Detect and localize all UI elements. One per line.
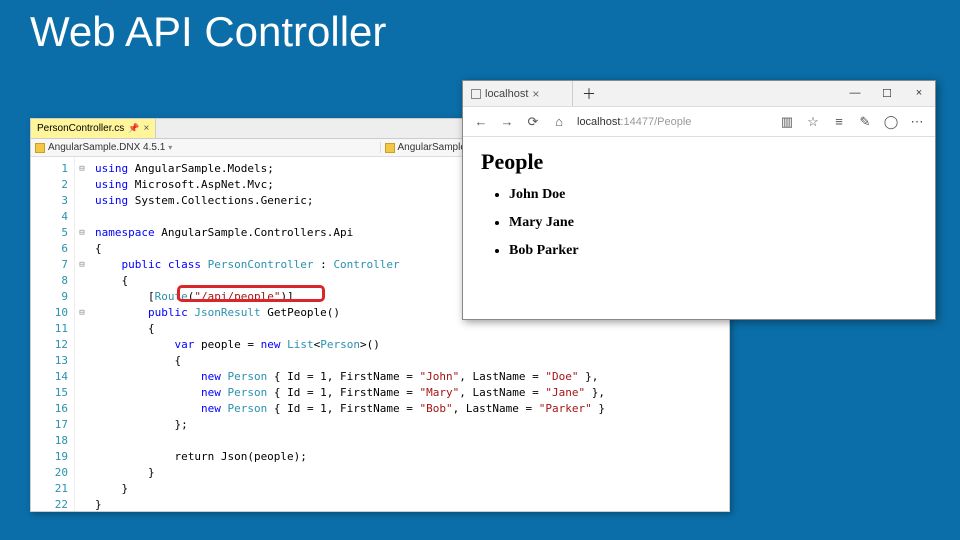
share-icon[interactable]: ◯ [883, 114, 899, 130]
page-heading: People [481, 149, 917, 175]
browser-tab[interactable]: localhost × [463, 81, 573, 106]
address-bar[interactable]: localhost:14477/People [577, 116, 769, 128]
people-list: John Doe Mary Jane Bob Parker [481, 187, 917, 259]
back-icon[interactable]: ← [473, 114, 489, 129]
window-controls: — ☐ × [839, 87, 935, 100]
new-tab-button[interactable]: ＋ [573, 84, 605, 104]
fold-column: ⊟ ⊟ ⊟ ⊟ [75, 157, 89, 511]
reading-view-icon[interactable]: ▥ [779, 114, 795, 130]
close-tab-icon[interactable]: × [532, 87, 539, 101]
minimize-button[interactable]: — [839, 87, 871, 100]
edge-toolbar: ← → ⟳ ⌂ localhost:14477/People ▥ ☆ ≡ ✎ ◯… [463, 107, 935, 137]
fold-icon[interactable]: ⊟ [75, 161, 89, 177]
route-highlight [177, 285, 325, 302]
browser-tab-title: localhost [485, 88, 528, 100]
edge-title-bar: localhost × ＋ — ☐ × [463, 81, 935, 107]
forward-icon[interactable]: → [499, 114, 515, 129]
favicon-icon [471, 89, 481, 99]
close-window-button[interactable]: × [903, 87, 935, 100]
list-item: John Doe [509, 187, 917, 203]
favorite-icon[interactable]: ☆ [805, 114, 821, 130]
pin-icon[interactable]: 📌 [128, 123, 139, 134]
fold-icon[interactable]: ⊟ [75, 225, 89, 241]
hub-icon[interactable]: ≡ [831, 114, 847, 129]
slide-title: Web API Controller [30, 8, 386, 56]
more-icon[interactable]: ⋯ [909, 114, 925, 130]
list-item: Mary Jane [509, 215, 917, 231]
fold-icon[interactable]: ⊟ [75, 257, 89, 273]
browser-content: People John Doe Mary Jane Bob Parker [463, 137, 935, 283]
web-note-icon[interactable]: ✎ [857, 114, 873, 130]
url-host: localhost [577, 116, 620, 128]
vs-crumb-project[interactable]: AngularSample.DNX 4.5.1 ▾ [31, 142, 380, 153]
home-icon[interactable]: ⌂ [551, 114, 567, 129]
edge-browser-window: localhost × ＋ — ☐ × ← → ⟳ ⌂ localhost:14… [462, 80, 936, 320]
csharp-project-icon [35, 143, 45, 153]
namespace-icon [385, 143, 395, 153]
url-path: :14477/People [620, 116, 691, 128]
list-item: Bob Parker [509, 243, 917, 259]
vs-tab-filename: PersonController.cs [37, 123, 124, 134]
line-number-gutter: 12345678910111213141516171819202122 [31, 157, 75, 511]
vs-tab-person-controller[interactable]: PersonController.cs 📌 × [31, 119, 156, 138]
vs-crumb-project-text: AngularSample.DNX 4.5.1 [48, 142, 165, 153]
refresh-icon[interactable]: ⟳ [525, 114, 541, 130]
close-tab-icon[interactable]: × [143, 123, 149, 134]
fold-icon[interactable]: ⊟ [75, 305, 89, 321]
chevron-down-icon: ▾ [168, 143, 172, 152]
maximize-button[interactable]: ☐ [871, 87, 903, 100]
